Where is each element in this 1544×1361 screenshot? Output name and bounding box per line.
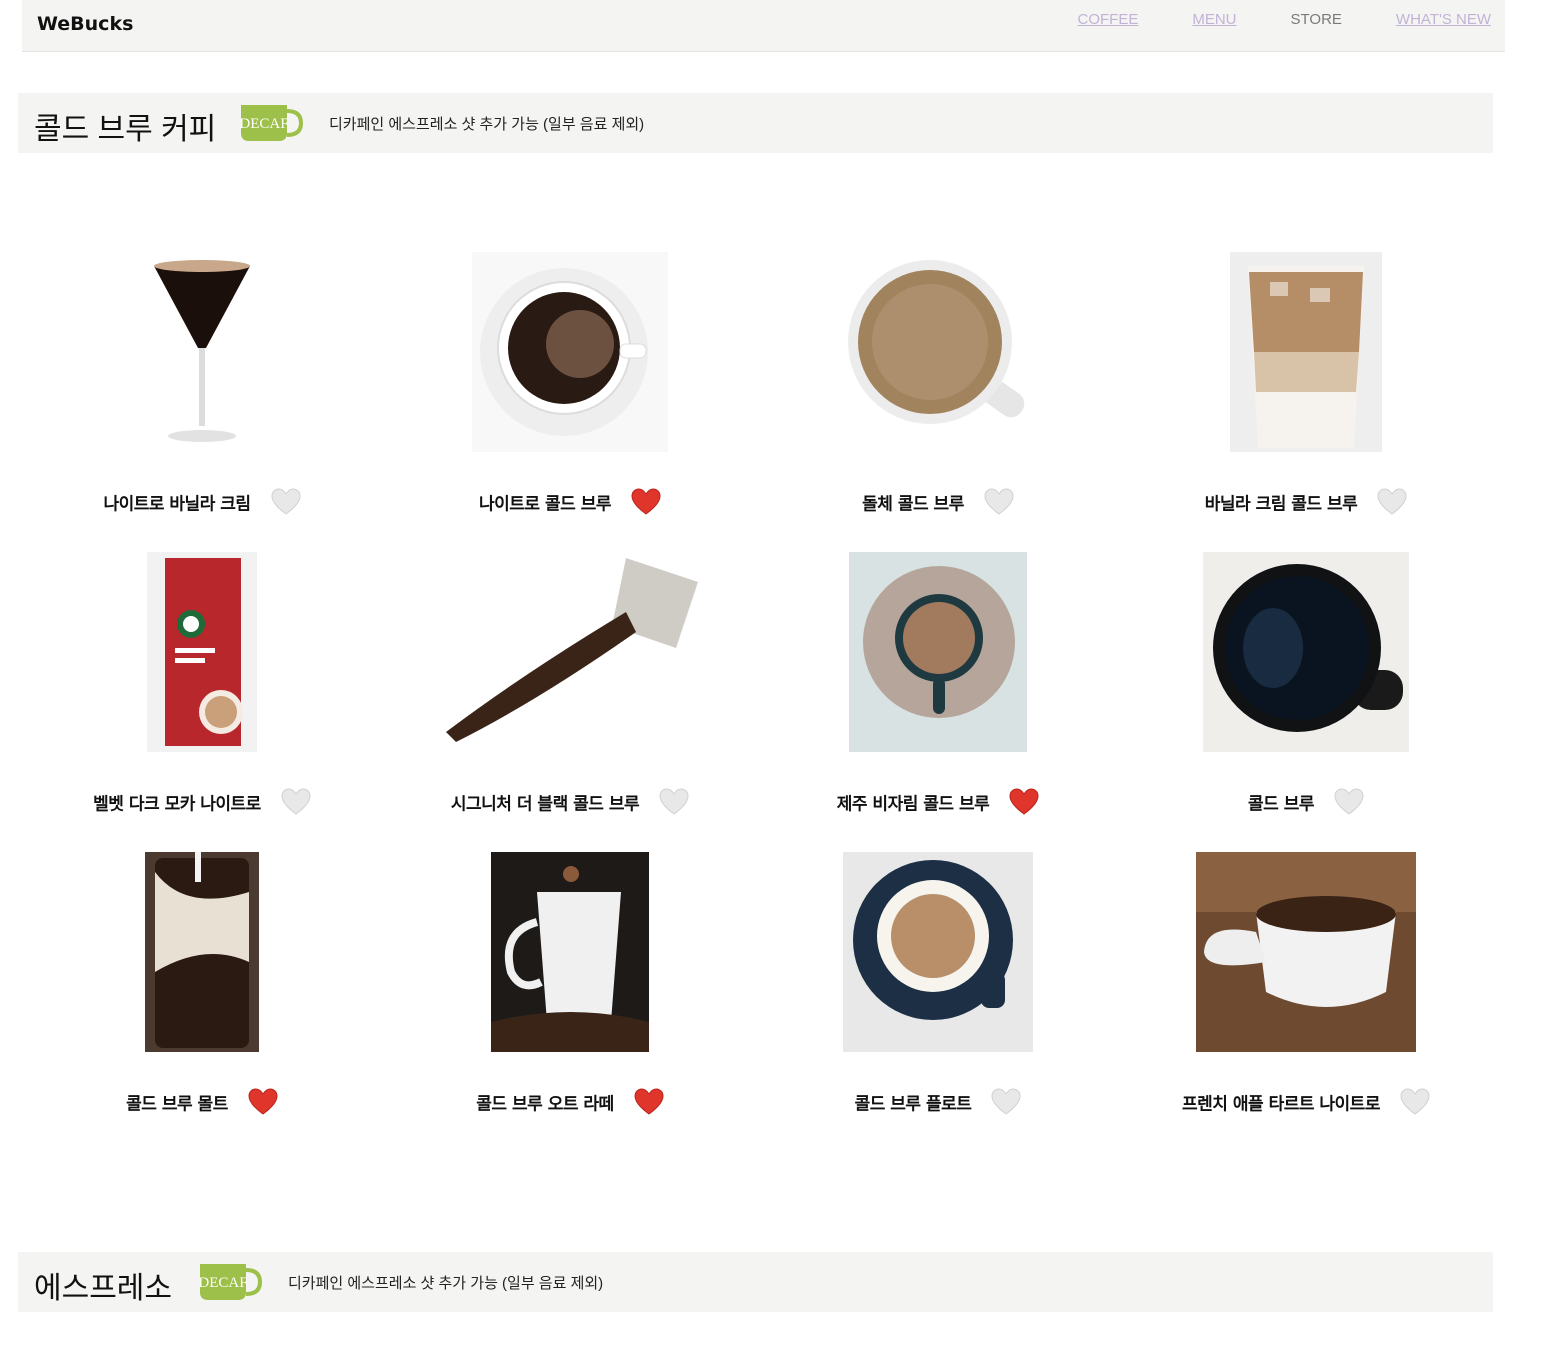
product-card[interactable]: 콜드 브루 몰트 [18,852,386,1152]
product-card[interactable]: 바닐라 크림 콜드 브루 [1122,252,1490,552]
decaf-badge: DECAF [237,103,304,143]
section-title: 콜드 브루 커피 [34,113,217,146]
product-card[interactable]: 나이트로 바닐라 크림 [18,252,386,552]
nav-link-coffee[interactable]: COFFEE [1078,11,1139,28]
product-name[interactable]: 바닐라 크림 콜드 브루 [1205,495,1358,515]
product-image-cup-saucer-teal[interactable] [849,552,1027,752]
product-label-row: 나이트로 바닐라 크림 [18,488,386,516]
product-card[interactable]: 콜드 브루 플로트 [754,852,1122,1152]
heart-icon[interactable] [281,788,311,816]
product-label-row: 시그니처 더 블랙 콜드 브루 [386,788,754,816]
nav-link-menu[interactable]: MENU [1192,11,1236,28]
brand-logo[interactable]: WeBucks [37,13,133,35]
product-name[interactable]: 콜드 브루 플로트 [855,1095,972,1115]
product-card[interactable]: 돌체 콜드 브루 [754,252,1122,552]
decaf-badge: DECAF [196,1262,263,1302]
product-image-iced-latte[interactable] [1230,252,1382,452]
product-name[interactable]: 프렌치 애플 타르트 나이트로 [1182,1095,1380,1115]
section-note: 디카페인 에스프레소 샷 추가 가능 (일부 음료 제외) [288,1275,604,1292]
product-image-latte-top[interactable] [838,252,1038,452]
heart-icon[interactable] [1377,488,1407,516]
product-name[interactable]: 나이트로 바닐라 크림 [103,495,251,515]
product-image-espresso-martini[interactable] [142,252,262,452]
product-card[interactable]: 프렌치 애플 타르트 나이트로 [1122,852,1490,1152]
product-label-row: 콜드 브루 오트 라떼 [386,1088,754,1116]
product-image-white-mug-splash[interactable] [491,852,649,1052]
product-label-row: 콜드 브루 몰트 [18,1088,386,1116]
product-name[interactable]: 벨벳 다크 모카 나이트로 [93,795,261,815]
section-header-cold-brew: 콜드 브루 커피 DECAF 디카페인 에스프레소 샷 추가 가능 (일부 음료… [18,93,1493,153]
product-card[interactable]: 콜드 브루 오트 라떼 [386,852,754,1152]
top-navigation-bar: WeBucks COFFEE MENU STORE WHAT'S NEW [22,0,1505,52]
heart-icon[interactable] [984,488,1014,516]
product-card[interactable]: 벨벳 다크 모카 나이트로 [18,552,386,852]
product-label-row: 벨벳 다크 모카 나이트로 [18,788,386,816]
decaf-badge-label: DECAF [198,1275,247,1291]
product-image-spilled-beans[interactable] [436,552,704,752]
product-label-row: 콜드 브루 플로트 [754,1088,1122,1116]
product-label-row: 돌체 콜드 브루 [754,488,1122,516]
decaf-badge-label: DECAF [239,116,288,132]
heart-icon[interactable] [1400,1088,1430,1116]
product-name[interactable]: 콜드 브루 몰트 [126,1095,228,1115]
product-card[interactable]: 콜드 브루 [1122,552,1490,852]
product-card[interactable]: 나이트로 콜드 브루 [386,252,754,552]
product-name[interactable]: 콜드 브루 [1248,795,1314,815]
product-image-black-coffee-mug[interactable] [1203,552,1409,752]
section-title: 에스프레소 [34,1272,172,1305]
product-image-espresso-navy-cup[interactable] [843,852,1033,1052]
heart-icon[interactable] [991,1088,1021,1116]
section-note: 디카페인 에스프레소 샷 추가 가능 (일부 음료 제외) [329,116,645,133]
heart-icon[interactable] [248,1088,278,1116]
product-image-iced-coffee-glass[interactable] [145,852,259,1052]
product-label-row: 바닐라 크림 콜드 브루 [1122,488,1490,516]
product-label-row: 콜드 브루 [1122,788,1490,816]
product-card[interactable]: 제주 비자림 콜드 브루 [754,552,1122,852]
section-header-espresso: 에스프레소 DECAF 디카페인 에스프레소 샷 추가 가능 (일부 음료 제외… [18,1252,1493,1312]
product-name[interactable]: 나이트로 콜드 브루 [479,495,611,515]
main-nav: COFFEE MENU STORE WHAT'S NEW [1078,11,1492,28]
heart-icon[interactable] [271,488,301,516]
nav-link-store[interactable]: STORE [1291,11,1342,28]
product-name[interactable]: 제주 비자림 콜드 브루 [837,795,990,815]
product-image-black-coffee[interactable] [472,252,668,452]
product-label-row: 프렌치 애플 타르트 나이트로 [1122,1088,1490,1116]
product-name[interactable]: 시그니처 더 블랙 콜드 브루 [451,795,640,815]
product-name[interactable]: 콜드 브루 오트 라떼 [476,1095,614,1115]
product-name[interactable]: 돌체 콜드 브루 [862,495,964,515]
product-label-row: 나이트로 콜드 브루 [386,488,754,516]
heart-icon[interactable] [1009,788,1039,816]
heart-icon[interactable] [634,1088,664,1116]
heart-icon[interactable] [631,488,661,516]
nav-link-whats-new[interactable]: WHAT'S NEW [1396,11,1491,28]
product-card[interactable]: 시그니처 더 블랙 콜드 브루 [386,552,754,852]
product-image-toffee-nut-box[interactable] [147,552,257,752]
product-label-row: 제주 비자림 콜드 브루 [754,788,1122,816]
product-image-cup-of-beans[interactable] [1196,852,1416,1052]
heart-icon[interactable] [659,788,689,816]
heart-icon[interactable] [1334,788,1364,816]
